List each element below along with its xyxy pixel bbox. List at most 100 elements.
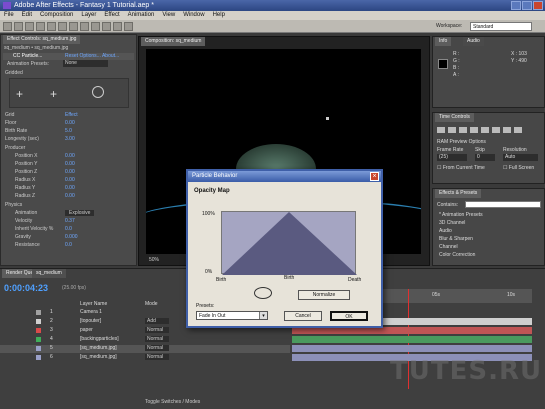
text-tool-icon[interactable] bbox=[91, 22, 100, 31]
dialog-close-button[interactable]: × bbox=[370, 172, 379, 181]
effects-search-input[interactable] bbox=[465, 201, 541, 208]
label-color-swatch[interactable] bbox=[36, 355, 41, 360]
menu-animation[interactable]: Animation bbox=[128, 11, 155, 20]
workspace-select[interactable]: Standard bbox=[470, 22, 532, 31]
eraser-tool-icon[interactable] bbox=[124, 22, 133, 31]
mask-tool-icon[interactable] bbox=[69, 22, 78, 31]
effect-name[interactable]: CC Particle... bbox=[13, 53, 42, 59]
timeline-layer-row[interactable]: 5 [sq_medium.jpg] Normal bbox=[0, 345, 290, 353]
clone-tool-icon[interactable] bbox=[113, 22, 122, 31]
layer-bar[interactable] bbox=[292, 336, 532, 343]
presets-select[interactable]: Fade In Out ▾ bbox=[196, 311, 268, 320]
column-mode[interactable]: Mode bbox=[145, 301, 158, 307]
minimize-button[interactable] bbox=[511, 1, 521, 10]
pan-behind-tool-icon[interactable] bbox=[58, 22, 67, 31]
last-frame-icon[interactable] bbox=[481, 127, 489, 133]
fx-row-inherit-velocity[interactable]: Inherit Velocity % 0.0 bbox=[15, 226, 72, 233]
menu-file[interactable]: File bbox=[4, 11, 14, 20]
skip-select[interactable]: 0 bbox=[475, 154, 495, 161]
menu-view[interactable]: View bbox=[162, 11, 175, 20]
close-window-button[interactable] bbox=[533, 1, 543, 10]
menu-layer[interactable]: Layer bbox=[81, 11, 96, 20]
tab-composition[interactable]: Composition: sq_medium bbox=[141, 37, 206, 46]
menu-help[interactable]: Help bbox=[213, 11, 225, 20]
label-color-swatch[interactable] bbox=[36, 337, 41, 342]
fx-row-producer[interactable]: Producer bbox=[5, 145, 25, 152]
cancel-button[interactable]: Cancel bbox=[284, 311, 322, 321]
pen-tool-icon[interactable] bbox=[80, 22, 89, 31]
label-color-swatch[interactable] bbox=[36, 319, 41, 324]
fx-row-floor[interactable]: Floor 0.00 bbox=[5, 120, 75, 127]
label-color-swatch[interactable] bbox=[36, 328, 41, 333]
effects-list-item[interactable]: Blur & Sharpen bbox=[439, 235, 483, 243]
effects-list-item[interactable]: 3D Channel bbox=[439, 219, 483, 227]
layer-bar[interactable] bbox=[292, 345, 532, 352]
normalize-button[interactable]: Normalize bbox=[298, 290, 350, 300]
fx-row-animation[interactable]: Animation Explosive bbox=[15, 210, 95, 217]
maximize-button[interactable] bbox=[522, 1, 532, 10]
hand-tool-icon[interactable] bbox=[14, 22, 23, 31]
fx-row-position-x[interactable]: Position X 0.00 bbox=[15, 153, 75, 160]
tab-audio[interactable]: Audio bbox=[463, 37, 484, 46]
previous-frame-icon[interactable] bbox=[448, 127, 456, 133]
timeline-layer-row[interactable]: 6 [sq_medium.jpg] Normal bbox=[0, 354, 290, 362]
effects-list-item[interactable]: Audio bbox=[439, 227, 483, 235]
selection-tool-icon[interactable] bbox=[3, 22, 12, 31]
timeline-layer-row[interactable]: 3 paper Normal bbox=[0, 327, 290, 335]
next-frame-icon[interactable] bbox=[470, 127, 478, 133]
fx-row-position-y[interactable]: Position Y 0.00 bbox=[15, 161, 75, 168]
label-color-swatch[interactable] bbox=[36, 346, 41, 351]
fx-row-grid[interactable]: Grid Effect bbox=[5, 112, 78, 119]
camera-tool-icon[interactable] bbox=[47, 22, 56, 31]
scenario-crosshairs[interactable]: + + bbox=[9, 78, 129, 108]
full-screen-checkbox[interactable]: ☐ Full Screen bbox=[503, 165, 534, 171]
tab-info[interactable]: Info bbox=[435, 37, 452, 46]
fx-row-velocity[interactable]: Velocity 0.37 bbox=[15, 218, 75, 225]
effects-list-item[interactable]: * Animation Presets bbox=[439, 211, 483, 219]
zoom-tool-icon[interactable] bbox=[25, 22, 34, 31]
zoom-level[interactable]: 50% bbox=[149, 257, 159, 263]
fx-row-longevity[interactable]: Longevity (sec) 3.00 bbox=[5, 136, 75, 143]
column-layer-name[interactable]: Layer Name bbox=[80, 301, 107, 307]
effect-links[interactable]: Reset Options... About... bbox=[65, 53, 119, 59]
fx-row-radius-y[interactable]: Radius Y 0.00 bbox=[15, 185, 75, 192]
fx-row-position-z[interactable]: Position Z 0.00 bbox=[15, 169, 75, 176]
menu-edit[interactable]: Edit bbox=[22, 11, 32, 20]
loop-icon[interactable] bbox=[503, 127, 511, 133]
effects-list-item[interactable]: Channel bbox=[439, 243, 483, 251]
audio-icon[interactable] bbox=[492, 127, 500, 133]
frame-rate-select[interactable]: (25) bbox=[437, 154, 467, 161]
fx-row-gravity[interactable]: Gravity 0.000 bbox=[15, 234, 78, 241]
resolution-select[interactable]: Auto bbox=[503, 154, 538, 161]
chevron-down-icon[interactable]: ▾ bbox=[259, 312, 267, 319]
ram-preview-options[interactable]: RAM Preview Options bbox=[437, 139, 486, 145]
animation-presets-select[interactable]: None bbox=[63, 60, 108, 67]
play-icon[interactable] bbox=[459, 127, 467, 133]
tab-sq-medium[interactable]: sq_medium bbox=[32, 269, 66, 278]
timecode[interactable]: 0:00:04:23 bbox=[4, 283, 48, 293]
menu-composition[interactable]: Composition bbox=[40, 11, 73, 20]
brush-tool-icon[interactable] bbox=[102, 22, 111, 31]
menu-effect[interactable]: Effect bbox=[104, 11, 119, 20]
tab-effect-controls[interactable]: Effect Controls: sq_medium.jpg bbox=[3, 35, 81, 44]
layer-bar[interactable] bbox=[292, 327, 532, 334]
label-color-swatch[interactable] bbox=[36, 310, 41, 315]
timeline-layer-row[interactable]: 4 [backingparticles] Normal bbox=[0, 336, 290, 344]
fx-row-resistance[interactable]: Resistance 0.0 bbox=[15, 242, 72, 249]
fx-row-birth-rate[interactable]: Birth Rate 5.0 bbox=[5, 128, 72, 135]
ok-button[interactable]: OK bbox=[330, 311, 368, 321]
menu-window[interactable]: Window bbox=[183, 11, 204, 20]
ram-preview-icon[interactable] bbox=[514, 127, 522, 133]
fx-row-radius-z[interactable]: Radius Z 0.00 bbox=[15, 193, 75, 200]
toggle-switches-modes[interactable]: Toggle Switches / Modes bbox=[145, 399, 200, 405]
rotate-tool-icon[interactable] bbox=[36, 22, 45, 31]
fx-row-gridded[interactable]: Gridded bbox=[5, 70, 23, 77]
from-current-time-checkbox[interactable]: ☐ From Current Time bbox=[437, 165, 485, 171]
fx-row-physics[interactable]: Physics bbox=[5, 202, 22, 209]
fx-row-radius-x[interactable]: Radius X 0.00 bbox=[15, 177, 75, 184]
tab-effects-presets[interactable]: Effects & Presets bbox=[435, 189, 482, 198]
first-frame-icon[interactable] bbox=[437, 127, 445, 133]
effects-list-item[interactable]: Color Correction bbox=[439, 251, 483, 259]
opacity-map-graph[interactable] bbox=[221, 211, 357, 275]
tab-time-controls[interactable]: Time Controls bbox=[435, 113, 474, 122]
